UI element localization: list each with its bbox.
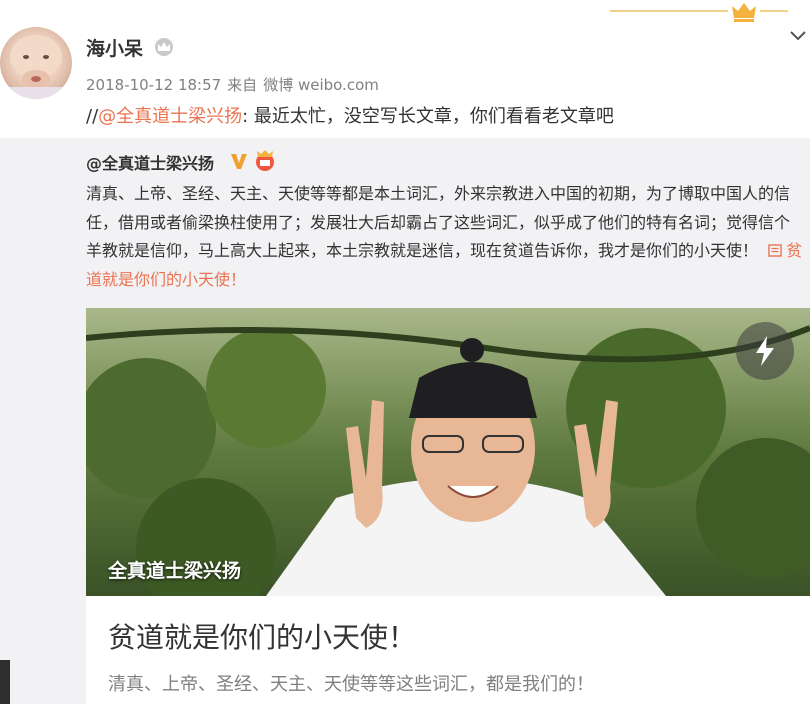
lightning-icon xyxy=(756,336,774,366)
mention-link[interactable]: @全真道士梁兴扬 xyxy=(98,106,242,127)
original-body: 清真、上帝、圣经、天主、天使等等都是本土词汇，外来宗教进入中国的初期，为了博取中… xyxy=(86,184,791,260)
username[interactable]: 海小呆 xyxy=(86,34,143,61)
article-summary: 清真、上帝、圣经、天主、天使等等这些词汇，都是我们的！ xyxy=(108,674,594,695)
reposted-weibo: @全真道士梁兴扬 清真、上帝、圣经、天主、天使等等都是本土词汇，外来宗教进入中国… xyxy=(0,138,810,704)
chevron-down-icon[interactable] xyxy=(788,26,808,44)
crown-icon xyxy=(610,3,788,22)
crown-badge-icon xyxy=(155,38,173,56)
repost-prefix: // xyxy=(86,106,99,127)
original-author[interactable]: @全真道士梁兴扬 xyxy=(86,150,214,174)
article-card[interactable]: 全真道士梁兴扬 贫道就是你们的小天使！ 清真、上帝、圣经、天主、天使等等这些词汇… xyxy=(86,308,810,704)
post-time[interactable]: 2018-10-12 18:57 xyxy=(86,76,221,94)
post-body: : 最近太忙，没空写长文章，你们看看老文章吧 xyxy=(242,106,614,127)
article-cover-image: 全真道士梁兴扬 xyxy=(86,308,810,596)
flash-button[interactable] xyxy=(736,322,794,380)
source-prefix: 来自 xyxy=(227,76,258,94)
cover-caption: 全真道士梁兴扬 xyxy=(108,560,242,582)
post-text: //@全真道士梁兴扬: 最近太忙，没空写长文章，你们看看老文章吧 xyxy=(86,102,614,128)
post-meta: 2018-10-12 18:57 来自 微博 weibo.com xyxy=(86,74,385,95)
article-title[interactable]: 贫道就是你们的小天使！ xyxy=(108,616,416,656)
post-source[interactable]: 微博 weibo.com xyxy=(263,76,379,94)
vip-crown-icon[interactable] xyxy=(253,150,277,172)
avatar[interactable] xyxy=(0,27,72,99)
side-edge xyxy=(0,660,10,704)
original-text: 清真、上帝、圣经、天主、天使等等都是本土词汇，外来宗教进入中国的初期，为了博取中… xyxy=(86,180,804,294)
verified-v-icon xyxy=(231,154,247,169)
article-link-icon xyxy=(768,244,782,257)
